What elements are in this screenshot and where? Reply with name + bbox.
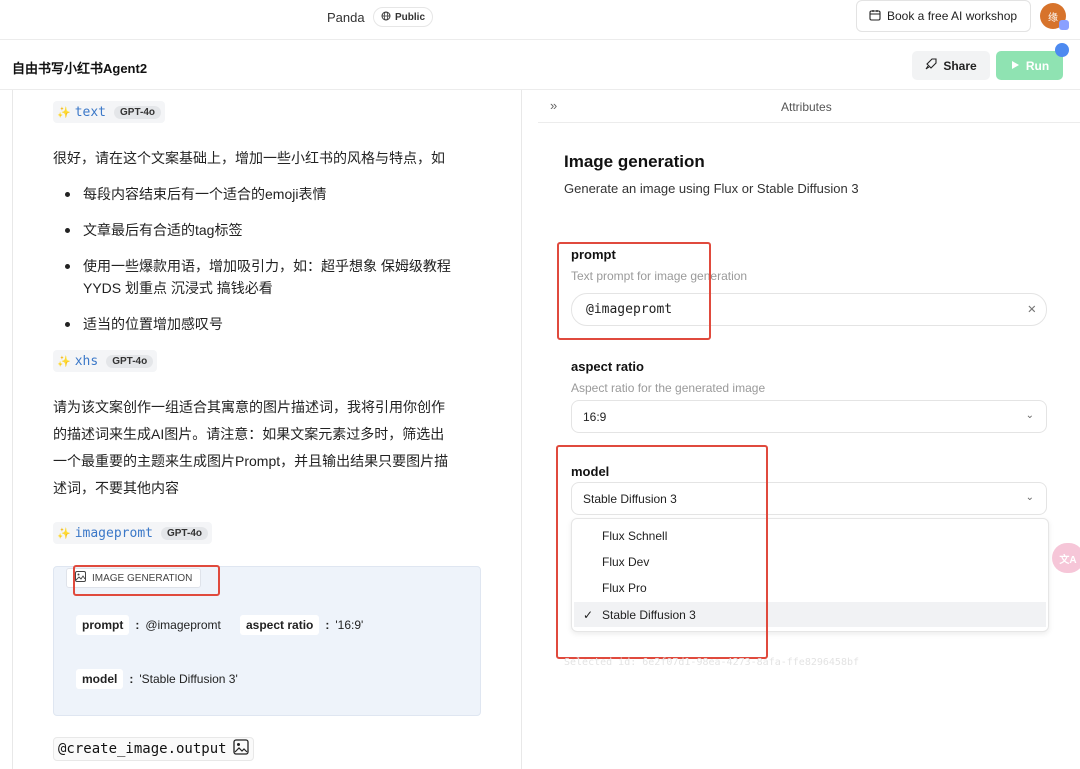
prompt-paragraph-2: 请为该文案创作一组适合其寓意的图片描述词，我将引用你创作 的描述词来生成AI图片…	[53, 394, 448, 502]
list-item: 每段内容结束后有一个适合的emoji表情	[61, 183, 491, 205]
translate-label: 文A	[1059, 554, 1077, 566]
image-icon	[232, 739, 249, 759]
list-item: 适当的位置增加感叹号	[61, 313, 491, 335]
aspect-ratio-label: aspect ratio	[571, 359, 644, 374]
model-param: model : 'Stable Diffusion 3'	[76, 669, 238, 689]
list-item: 文章最后有合适的tag标签	[61, 219, 491, 241]
param-key: model	[76, 669, 124, 689]
variable-chip-xhs[interactable]: ✨ xhs GPT-4o	[53, 350, 158, 372]
chevron-down-icon: ⌄	[1025, 492, 1034, 503]
section-description: Generate an image using Flux or Stable D…	[564, 181, 859, 196]
model-badge: GPT-4o	[106, 354, 154, 368]
top-bar: Panda Public Book a free AI workshop 缘	[0, 0, 1080, 40]
paragraph-line: 的描述词来生成AI图片。请注意：如果文案元素过多时，筛选出	[53, 426, 445, 442]
notification-dot	[1055, 43, 1069, 57]
variable-chip-imagepromt[interactable]: ✨ imagepromt GPT-4o	[53, 522, 212, 544]
sparkle-icon: ✨	[57, 527, 71, 540]
paragraph-line: 一个最重要的主题来生成图片Prompt，并且输出结果只要图片描	[53, 453, 449, 469]
clear-icon[interactable]: ✕	[1028, 301, 1036, 317]
output-label: @create_image.output	[58, 741, 227, 757]
aspect-ratio-hint: Aspect ratio for the generated image	[571, 381, 766, 395]
param-key: aspect ratio	[240, 615, 320, 635]
play-icon	[1010, 59, 1020, 73]
visibility-label: Public	[395, 11, 426, 23]
highlight-box	[556, 445, 768, 659]
param-value: @imagepromt	[145, 618, 221, 632]
translate-icon[interactable]: 文A	[1052, 543, 1080, 573]
globe-icon	[381, 11, 391, 24]
variable-chip-text[interactable]: ✨ text GPT-4o	[53, 101, 166, 123]
section-title: Image generation	[564, 152, 705, 171]
param-colon: :	[325, 618, 330, 632]
paragraph-line: 述词，不要其他内容	[53, 480, 179, 496]
chip-name: text	[74, 104, 107, 120]
chevron-down-icon: ⌄	[1025, 410, 1034, 421]
chip-name: imagepromt	[74, 525, 153, 541]
aspect-ratio-value: 16:9	[583, 409, 607, 424]
chip-name: xhs	[74, 353, 99, 369]
page-header: 自由书写小红书Agent2 Share Run	[0, 41, 1080, 90]
paragraph-line: 请为该文案创作一组适合其寓意的图片描述词，我将引用你创作	[53, 399, 445, 415]
param-value: '16:9'	[335, 618, 364, 632]
highlight-box	[557, 242, 711, 340]
page-title: 自由书写小红书Agent2	[12, 61, 148, 76]
share-button[interactable]: Share	[912, 51, 990, 80]
attributes-label: Attributes	[781, 100, 832, 114]
param-value: 'Stable Diffusion 3'	[139, 672, 238, 686]
collapse-chevron-icon[interactable]: »	[550, 98, 557, 113]
calendar-icon	[869, 9, 881, 24]
book-workshop-label: Book a free AI workshop	[887, 9, 1018, 23]
highlight-box	[73, 565, 220, 596]
rocket-icon	[925, 58, 937, 73]
sparkle-icon: ✨	[57, 106, 71, 119]
share-label: Share	[943, 58, 977, 73]
avatar-status-dot	[1059, 20, 1069, 30]
avatar-initial: 缘	[1048, 12, 1058, 24]
param-colon: :	[129, 672, 134, 686]
book-workshop-button[interactable]: Book a free AI workshop	[856, 0, 1031, 32]
project-name: Panda	[327, 10, 365, 25]
output-reference[interactable]: @create_image.output	[53, 737, 254, 761]
attributes-header: » Attributes	[538, 90, 1080, 123]
bullet-list: 每段内容结束后有一个适合的emoji表情 文章最后有合适的tag标签 使用一些爆…	[61, 183, 491, 349]
run-label: Run	[1025, 58, 1050, 73]
sparkle-icon: ✨	[57, 355, 71, 368]
selected-id: Selected id: 6e2f07d1-98ea-4273-8afa-ffe…	[564, 657, 860, 668]
prompt-param: prompt : @imagepromt	[76, 615, 221, 635]
list-item: 使用一些爆款用语，增加吸引力，如：超乎想象 保姆级教程 YYDS 划重点 沉浸式…	[61, 255, 491, 299]
visibility-badge[interactable]: Public	[373, 7, 434, 27]
avatar[interactable]: 缘	[1040, 3, 1069, 30]
run-button[interactable]: Run	[996, 51, 1063, 80]
model-badge: GPT-4o	[114, 105, 162, 119]
aspect-ratio-param: aspect ratio : '16:9'	[240, 615, 363, 635]
param-key: prompt	[76, 615, 130, 635]
prompt-paragraph: 很好，请在这个文案基础上，增加一些小红书的风格与特点，如	[53, 150, 445, 166]
aspect-ratio-select[interactable]: 16:9 ⌄	[571, 400, 1047, 433]
param-colon: :	[135, 618, 140, 632]
editor-panel: ✨ text GPT-4o 很好，请在这个文案基础上，增加一些小红书的风格与特点…	[12, 90, 522, 769]
attributes-panel: » Attributes Image generation Generate a…	[538, 90, 1080, 769]
model-badge: GPT-4o	[160, 526, 208, 540]
